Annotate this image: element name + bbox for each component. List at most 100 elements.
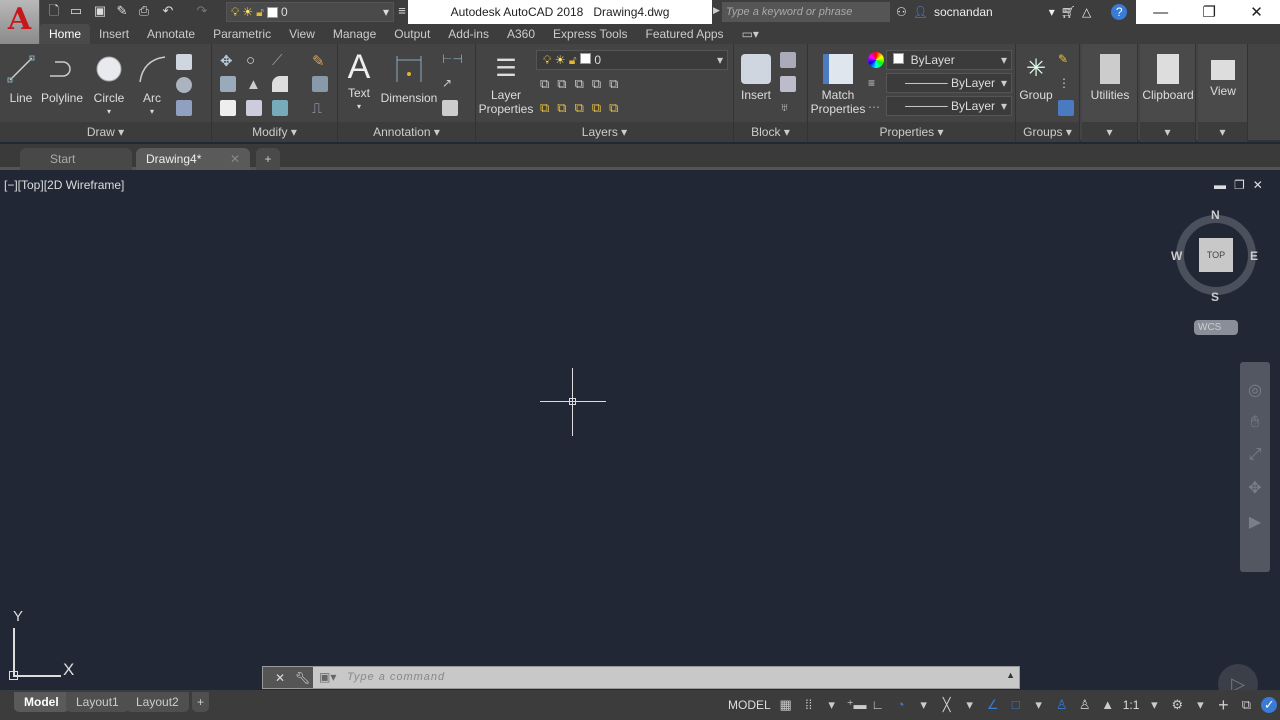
- boundary-icon[interactable]: [176, 100, 192, 116]
- showmotion-icon[interactable]: ▶: [1249, 512, 1261, 532]
- rectangle-icon[interactable]: [176, 54, 192, 70]
- restore-icon[interactable]: ❐: [1202, 3, 1215, 21]
- edit-block-icon[interactable]: [780, 76, 796, 92]
- chevron-down-icon[interactable]: ▾: [916, 697, 932, 713]
- ribbon-toggle-icon[interactable]: ▭▾: [733, 24, 768, 44]
- draw-panel-title[interactable]: Draw ▾: [0, 122, 211, 142]
- clipboard-button[interactable]: Clipboard ▾: [1140, 44, 1196, 142]
- layout-tab-layout2[interactable]: Layout2: [126, 692, 189, 712]
- tab-express-tools[interactable]: Express Tools: [544, 24, 636, 44]
- tab-output[interactable]: Output: [385, 24, 439, 44]
- snap-icon[interactable]: ⁞⁞: [801, 697, 817, 713]
- new-tab-button[interactable]: +: [256, 148, 280, 170]
- compass-east[interactable]: E: [1250, 249, 1258, 263]
- text-button[interactable]: A Text ▾: [342, 48, 376, 114]
- scale-icon[interactable]: [246, 100, 262, 116]
- search-expand-icon[interactable]: ▶: [713, 5, 720, 16]
- offset-icon[interactable]: ⎍: [312, 100, 328, 116]
- add-layout-button[interactable]: +: [192, 692, 210, 712]
- ucs-menu[interactable]: WCS: [1194, 320, 1238, 335]
- command-prompt-icon[interactable]: ▣▾: [319, 670, 336, 684]
- tab-insert[interactable]: Insert: [90, 24, 138, 44]
- dimension-button[interactable]: Dimension: [380, 50, 438, 105]
- annotation-monitor-icon[interactable]: +: [1215, 696, 1231, 714]
- create-block-icon[interactable]: [780, 52, 796, 68]
- close-icon[interactable]: ✕: [230, 148, 240, 170]
- save-as-icon[interactable]: ✎: [114, 3, 130, 19]
- user-menu[interactable]: ⚇ 👤︎ socnandan ▾ 🛒︎ △ ?: [896, 0, 1128, 24]
- chevron-down-icon[interactable]: ▾: [1031, 697, 1047, 713]
- steering-wheel-icon[interactable]: ◎: [1248, 380, 1262, 400]
- tab-parametric[interactable]: Parametric: [204, 24, 280, 44]
- compass-west[interactable]: W: [1171, 249, 1182, 263]
- pan-icon[interactable]: ✋︎: [1250, 414, 1259, 432]
- app-menu-button[interactable]: A: [0, 0, 40, 44]
- annotation-panel-title[interactable]: Annotation ▾: [338, 122, 475, 142]
- minimize-icon[interactable]: ▬: [1214, 178, 1226, 192]
- groups-panel-title[interactable]: Groups ▾: [1016, 122, 1079, 142]
- layer-properties-button[interactable]: ☰ Layer Properties: [478, 50, 534, 116]
- modify-panel-title[interactable]: Modify ▾: [212, 122, 337, 142]
- layer-tools-row-1[interactable]: ⧉⧉⧉⧉⧉: [540, 76, 626, 92]
- tab-a360[interactable]: A360: [498, 24, 544, 44]
- open-icon[interactable]: ▭: [68, 3, 84, 19]
- view-button[interactable]: View ▾: [1198, 44, 1248, 142]
- workspace-gear-icon[interactable]: ⚙: [1169, 697, 1185, 713]
- circle-button[interactable]: Circle ▾: [90, 50, 128, 119]
- redo-icon[interactable]: ↷: [194, 3, 210, 19]
- new-icon[interactable]: 🗋: [46, 3, 62, 19]
- chevron-down-icon[interactable]: ▾: [1192, 697, 1208, 713]
- help-icon[interactable]: ?: [1111, 4, 1128, 20]
- units-icon[interactable]: ⧉: [1238, 697, 1254, 713]
- zoom-extents-icon[interactable]: ⤢: [1249, 446, 1262, 464]
- rotate-icon[interactable]: ○: [246, 52, 262, 69]
- hardware-acceleration-icon[interactable]: ✓: [1261, 697, 1278, 713]
- model-space-button[interactable]: MODEL: [728, 698, 771, 712]
- command-input[interactable]: Type a command: [347, 671, 445, 683]
- tab-home[interactable]: Home: [40, 24, 91, 44]
- insert-button[interactable]: Insert: [736, 50, 776, 102]
- a360-icon[interactable]: △: [1082, 0, 1091, 24]
- linetype-dropdown[interactable]: ───── ByLayer: [886, 73, 1012, 93]
- ungroup-icon[interactable]: ✎: [1058, 52, 1074, 68]
- save-icon[interactable]: ▣: [92, 3, 108, 19]
- properties-panel-title[interactable]: Properties ▾: [808, 122, 1015, 142]
- color-dropdown[interactable]: ByLayer: [886, 50, 1012, 70]
- explode-icon[interactable]: [312, 76, 328, 92]
- utilities-button[interactable]: Utilities ▾: [1082, 44, 1138, 142]
- tab-annotate[interactable]: Annotate: [138, 24, 204, 44]
- minimize-icon[interactable]: —: [1153, 4, 1168, 21]
- tab-view[interactable]: View: [280, 24, 324, 44]
- compass-north[interactable]: N: [1211, 208, 1220, 222]
- polar-tracking-icon[interactable]: ◔: [893, 697, 909, 713]
- file-tab-start[interactable]: Start: [20, 148, 132, 170]
- auto-scale-icon[interactable]: ♙: [1077, 697, 1093, 713]
- hatch-icon[interactable]: [176, 77, 192, 93]
- stretch-icon[interactable]: [220, 100, 236, 116]
- annotation-visibility-icon[interactable]: ♙: [1054, 697, 1070, 713]
- ortho-icon[interactable]: ∟: [870, 697, 886, 713]
- leader-icon[interactable]: ↗: [442, 76, 458, 92]
- chevron-down-icon[interactable]: ▾: [962, 697, 978, 713]
- cart-icon[interactable]: 🛒︎: [1061, 0, 1076, 24]
- quick-layer-dropdown[interactable]: 💡︎ ☀ 🔓︎ 0 ▾: [226, 2, 394, 22]
- dynamic-input-icon[interactable]: ⁺▬: [847, 697, 867, 713]
- chevron-down-icon[interactable]: ▾: [824, 697, 840, 713]
- search-input[interactable]: Type a keyword or phrase: [722, 2, 890, 22]
- move-icon[interactable]: ✥: [220, 52, 236, 70]
- layer-dropdown[interactable]: 💡︎ ☀ 🔓︎ 0: [536, 50, 728, 70]
- viewport-controls[interactable]: [−][Top][2D Wireframe]: [4, 178, 124, 192]
- block-panel-title[interactable]: Block ▾: [734, 122, 807, 142]
- grid-icon[interactable]: ▦: [778, 697, 794, 713]
- compass-south[interactable]: S: [1211, 290, 1219, 304]
- close-icon[interactable]: ✕: [275, 671, 285, 685]
- tab-featured-apps[interactable]: Featured Apps: [637, 24, 733, 44]
- annotation-scale-icon[interactable]: ▲: [1100, 697, 1116, 713]
- layers-panel-title[interactable]: Layers ▾: [476, 122, 733, 142]
- close-icon[interactable]: ✕: [1250, 3, 1263, 21]
- viewcube-top-face[interactable]: TOP: [1199, 238, 1233, 272]
- match-properties-button[interactable]: Match Properties: [810, 50, 866, 116]
- copy-icon[interactable]: [220, 76, 236, 92]
- chevron-down-icon[interactable]: ▾: [1146, 697, 1162, 713]
- file-tab-drawing4[interactable]: Drawing4* ✕: [136, 148, 250, 170]
